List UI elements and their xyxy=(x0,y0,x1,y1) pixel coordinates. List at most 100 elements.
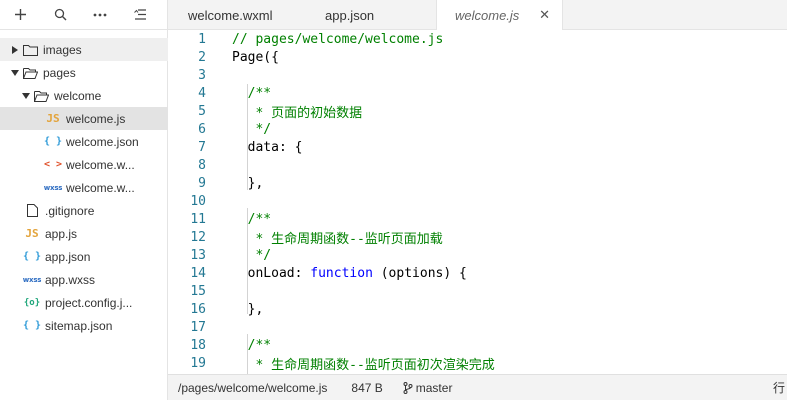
git-branch[interactable]: master xyxy=(403,381,452,395)
code-line: 7 data: { xyxy=(168,138,787,156)
line-number: 16 xyxy=(190,301,206,317)
json-file-icon: { } xyxy=(22,320,42,331)
explorer-toolbar xyxy=(0,0,167,30)
code-editor[interactable]: 1 // pages/welcome/welcome.js 2 Page({ 3 4… xyxy=(168,30,787,374)
file-tree: images pages welcome JS welcome.js { } w… xyxy=(0,38,168,337)
tree-file-welcome-json[interactable]: { } welcome.json xyxy=(0,130,168,153)
tree-item-label: app.json xyxy=(45,249,91,264)
tree-item-label: welcome.js xyxy=(66,111,126,126)
tab-label: welcome.js xyxy=(455,7,520,23)
code-line: 10 xyxy=(168,192,787,210)
tree-folder-images[interactable]: images xyxy=(0,38,168,61)
code-text: /** xyxy=(232,337,272,353)
tab-label: app.json xyxy=(325,7,375,23)
code-line: 19 * 生命周期函数--监听页面初次渲染完成 xyxy=(168,354,787,373)
line-number: 19 xyxy=(190,355,206,371)
line-number: 10 xyxy=(190,193,206,209)
tree-file-app-wxss[interactable]: wxss app.wxss xyxy=(0,268,168,291)
tab-welcome-wxml[interactable]: welcome.wxml xyxy=(168,0,296,30)
js-file-icon: JS xyxy=(46,112,60,125)
code-text: Page({ xyxy=(232,49,279,65)
collapse-icon[interactable] xyxy=(120,0,160,30)
line-number: 9 xyxy=(198,175,206,191)
line-number: 8 xyxy=(198,157,206,173)
tree-item-label: welcome.json xyxy=(66,134,139,149)
code-line: 2 Page({ xyxy=(168,48,787,66)
search-icon[interactable] xyxy=(40,0,80,30)
folder-open-icon xyxy=(21,67,39,79)
tree-file-sitemap-json[interactable]: { } sitemap.json xyxy=(0,314,168,337)
code-text: * 生命周期函数--监听页面初次渲染完成 xyxy=(232,357,495,373)
line-number: 12 xyxy=(190,229,206,245)
file-icon xyxy=(23,204,41,217)
code-line: 15 xyxy=(168,282,787,300)
code-line: 6 */ xyxy=(168,120,787,138)
tree-item-label: .gitignore xyxy=(45,203,95,218)
code-line: 17 xyxy=(168,318,787,336)
tree-item-label: welcome xyxy=(54,88,102,103)
chevron-right-icon xyxy=(9,45,21,54)
line-number: 6 xyxy=(198,121,206,137)
js-file-icon: JS xyxy=(25,227,39,240)
file-size: 847 B xyxy=(351,380,383,395)
folder-icon xyxy=(21,44,39,56)
line-number: 5 xyxy=(198,103,206,119)
code-line: 11 /** xyxy=(168,210,787,228)
tab-welcome-js[interactable]: welcome.js ✕ xyxy=(436,0,563,30)
tree-item-label: project.config.j... xyxy=(45,295,133,310)
code-line: 1 // pages/welcome/welcome.js xyxy=(168,30,787,48)
tree-item-label: app.wxss xyxy=(45,272,96,287)
tree-file-app-json[interactable]: { } app.json xyxy=(0,245,168,268)
wxss-file-icon: wxss xyxy=(43,183,63,192)
code-text: * 生命周期函数--监听页面加载 xyxy=(232,231,443,247)
code-line: 5 * 页面的初始数据 xyxy=(168,102,787,121)
tab-label: welcome.wxml xyxy=(188,7,273,23)
file-explorer-sidebar: images pages welcome JS welcome.js { } w… xyxy=(0,0,168,400)
wxml-file-icon: < > xyxy=(43,159,63,170)
cursor-position[interactable]: 行 xyxy=(773,379,785,396)
code-text: // pages/welcome/welcome.js xyxy=(232,31,444,47)
tree-item-label: images xyxy=(43,42,82,57)
code-line: 18 /** xyxy=(168,336,787,354)
branch-icon xyxy=(403,381,413,394)
tree-file-project-config[interactable]: {o} project.config.j... xyxy=(0,291,168,314)
tab-app-json[interactable]: app.json xyxy=(296,0,436,30)
editor-tab-bar: welcome.wxml app.json welcome.js ✕ xyxy=(168,0,787,30)
line-number: 14 xyxy=(190,265,206,281)
tree-file-gitignore[interactable]: .gitignore xyxy=(0,199,168,222)
code-text: /** xyxy=(232,211,272,227)
wxss-file-icon: wxss xyxy=(22,275,42,284)
line-number: 17 xyxy=(190,319,206,335)
add-icon[interactable] xyxy=(0,0,40,30)
line-number: 4 xyxy=(198,85,206,101)
code-text-onload: onLoad: function (options) { xyxy=(232,265,467,281)
code-text: }, xyxy=(232,175,264,191)
json-file-icon: { } xyxy=(43,136,63,147)
code-text: data: { xyxy=(232,139,303,155)
more-icon[interactable] xyxy=(80,0,120,30)
code-text: /** xyxy=(232,85,272,101)
code-line: 16 }, xyxy=(168,300,787,318)
code-line: 14 onLoad: function (options) { xyxy=(168,264,787,282)
tree-item-label: welcome.w... xyxy=(66,180,135,195)
line-number: 13 xyxy=(190,247,206,263)
line-number: 15 xyxy=(190,283,206,299)
tree-item-label: pages xyxy=(43,65,76,80)
line-number: 2 xyxy=(198,49,206,65)
code-line: 3 xyxy=(168,66,787,84)
tree-file-welcome-wxss[interactable]: wxss welcome.w... xyxy=(0,176,168,199)
close-icon[interactable]: ✕ xyxy=(539,7,550,23)
code-text: */ xyxy=(232,247,272,263)
code-line: 12 * 生命周期函数--监听页面加载 xyxy=(168,228,787,247)
code-text: */ xyxy=(232,121,272,137)
tree-file-welcome-js[interactable]: JS welcome.js xyxy=(0,107,168,130)
tree-file-app-js[interactable]: JS app.js xyxy=(0,222,168,245)
tree-file-welcome-wxml[interactable]: < > welcome.w... xyxy=(0,153,168,176)
status-bar: /pages/welcome/welcome.js 847 B master 行 xyxy=(168,374,787,400)
line-number: 3 xyxy=(198,67,206,83)
tree-folder-welcome[interactable]: welcome xyxy=(0,84,168,107)
folder-open-icon xyxy=(32,90,50,102)
code-text: * 页面的初始数据 xyxy=(232,105,363,121)
file-path[interactable]: /pages/welcome/welcome.js xyxy=(178,381,327,395)
tree-folder-pages[interactable]: pages xyxy=(0,61,168,84)
